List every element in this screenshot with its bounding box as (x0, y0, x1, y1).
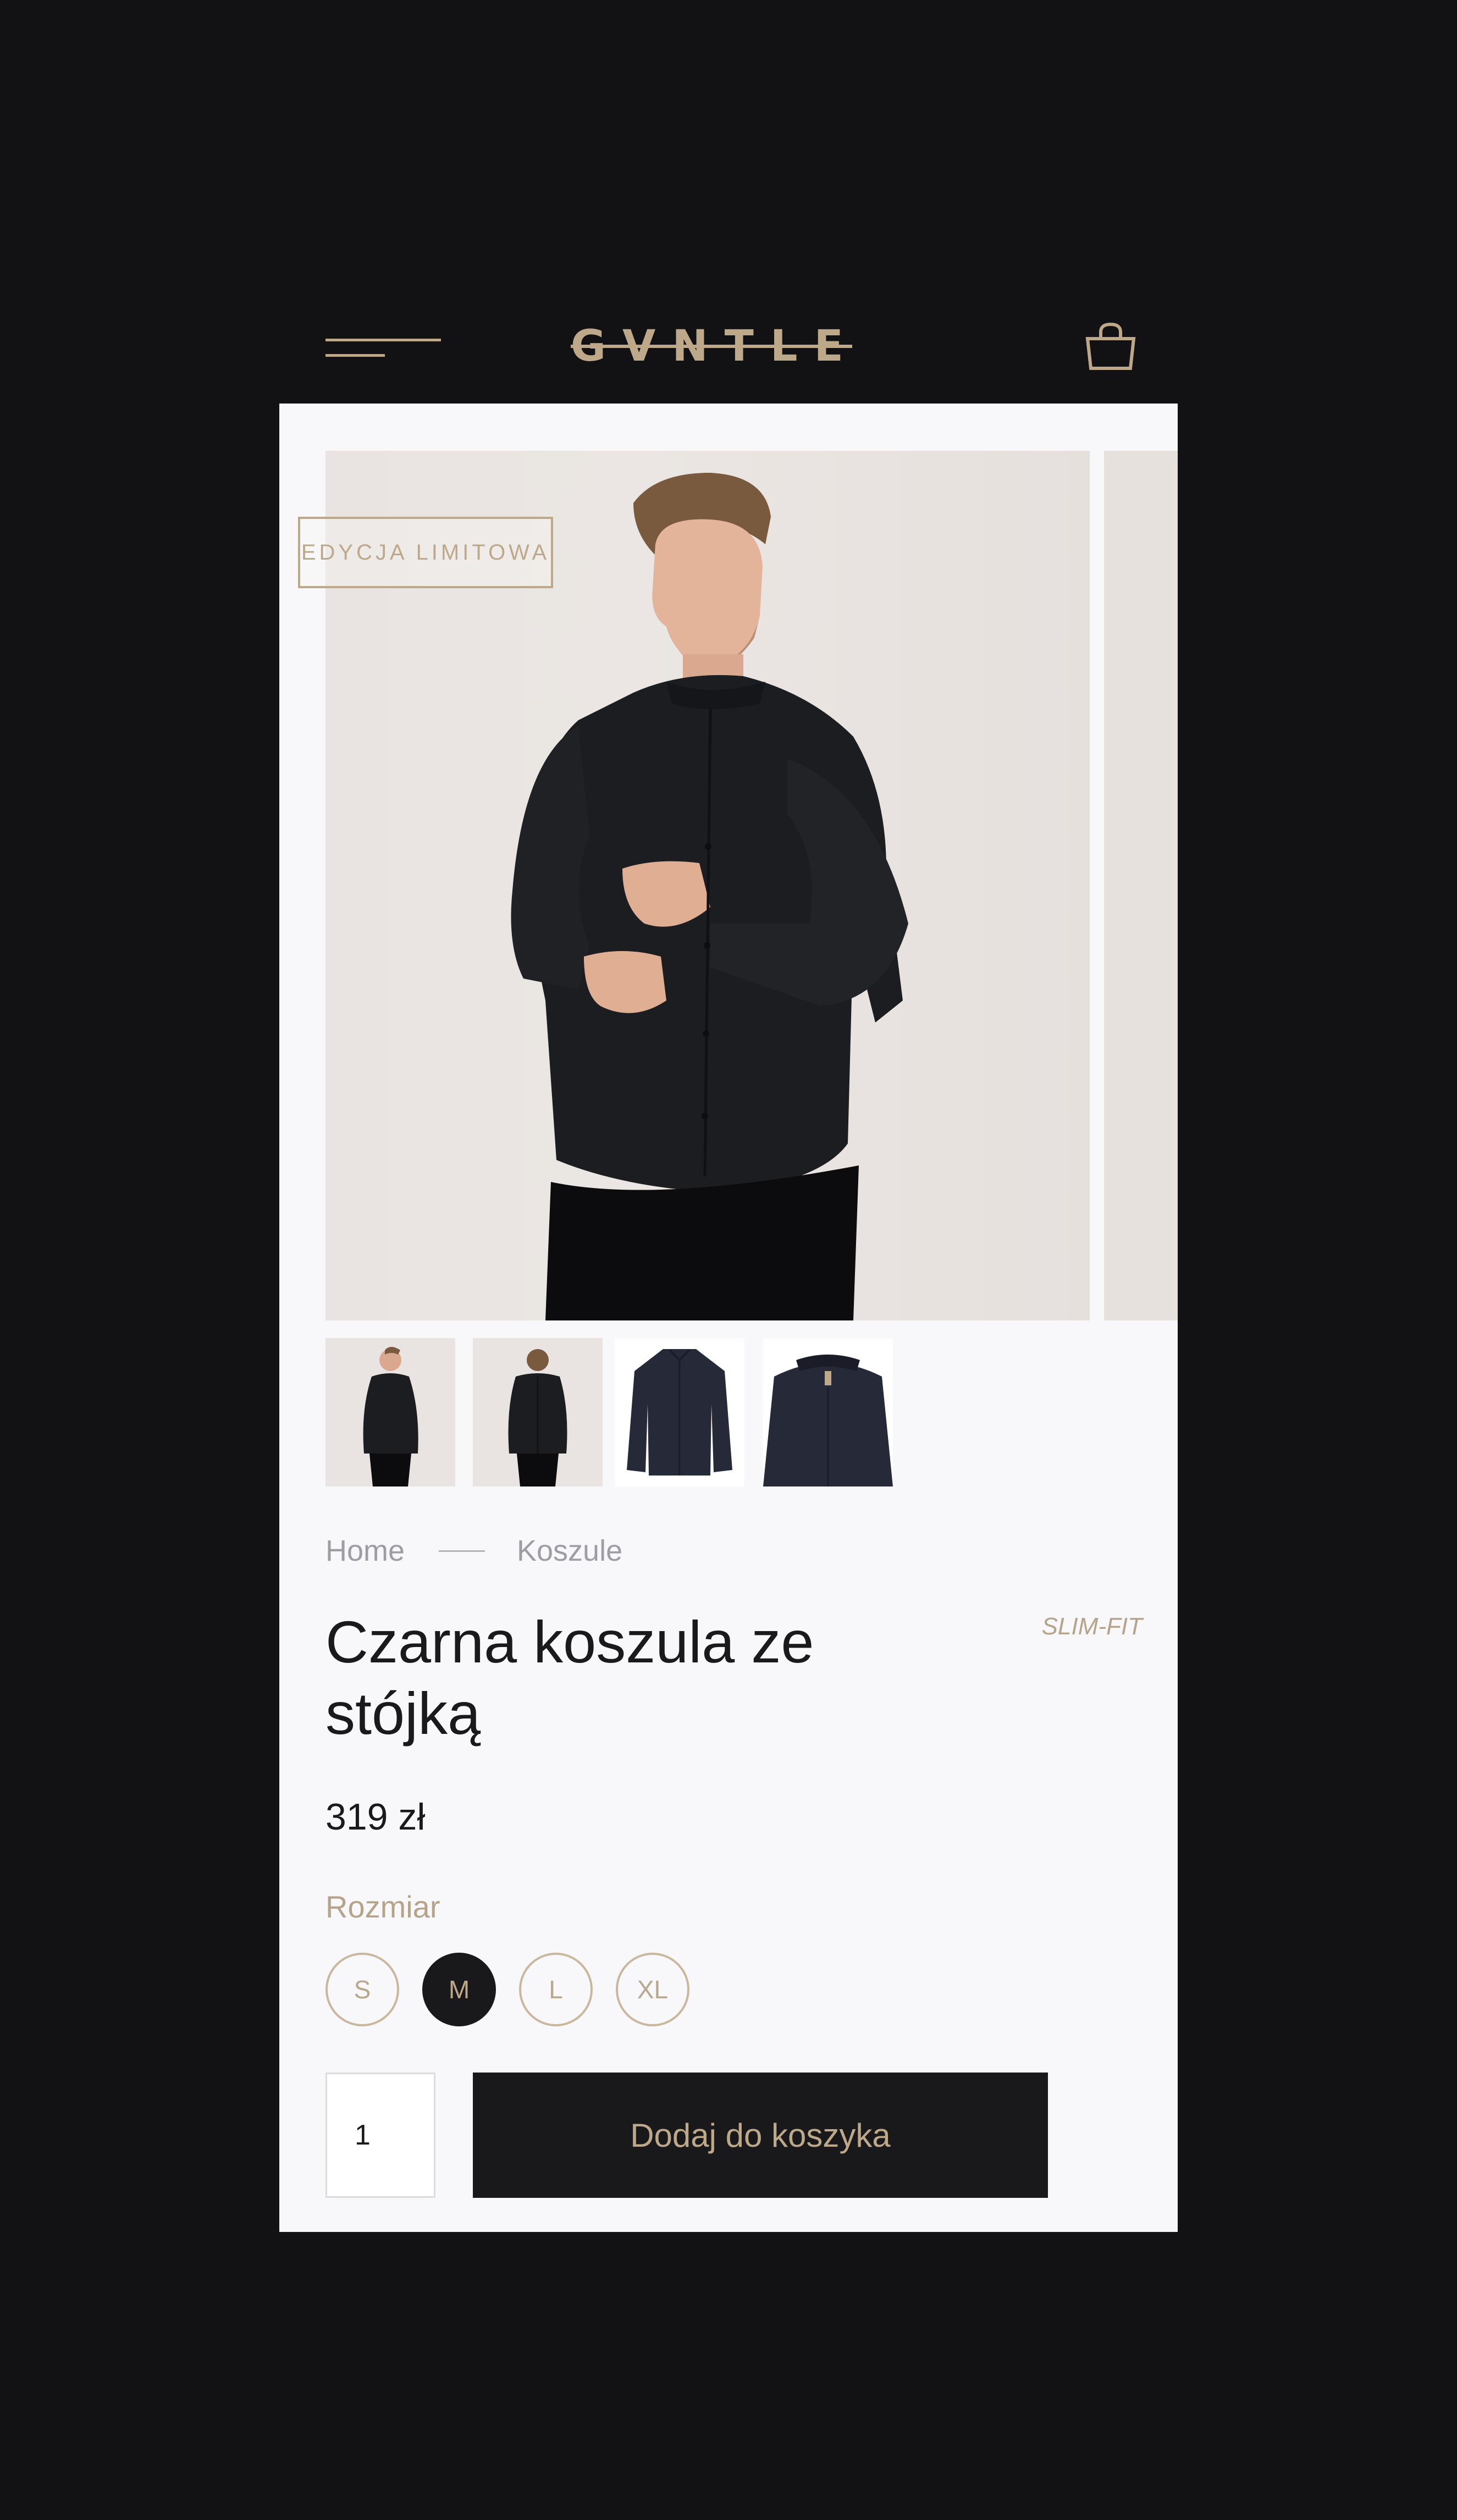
shopping-bag-icon[interactable] (1083, 322, 1138, 372)
size-option-m-selected[interactable]: M (422, 1953, 496, 2026)
size-option-s[interactable]: S (325, 1953, 399, 2026)
limited-edition-badge: EDYCJA LIMITOWA (298, 517, 553, 588)
thumbnail-man-front[interactable] (325, 1338, 455, 1486)
add-to-cart-button[interactable]: Dodaj do koszyka (473, 2073, 1048, 2198)
fit-tag: SLIM-FIT (1041, 1613, 1143, 1640)
next-image-preview[interactable] (1104, 451, 1178, 1320)
brand-logo[interactable]: GVNTLE (571, 319, 852, 374)
thumbnail-shirt-collar[interactable] (763, 1338, 893, 1486)
product-price: 319 zł (325, 1796, 426, 1838)
site-header: GVNTLE (279, 289, 1178, 404)
size-label: Rozmiar (325, 1889, 440, 1924)
quantity-input[interactable] (325, 2073, 435, 2198)
breadcrumb-home-link[interactable]: Home (325, 1532, 405, 1570)
size-option-l[interactable]: L (519, 1953, 593, 2026)
size-option-xl[interactable]: XL (616, 1953, 689, 2026)
breadcrumb-separator (439, 1550, 485, 1552)
badge-label: EDYCJA LIMITOWA (301, 540, 550, 565)
product-page: GVNTLE EDYCJA LIMITOWA Home Koszule Czar… (279, 289, 1178, 2232)
hamburger-menu-icon[interactable] (325, 339, 441, 361)
breadcrumb-category-link[interactable]: Koszule (517, 1532, 622, 1570)
thumbnail-man-back[interactable] (473, 1338, 603, 1486)
product-title: Czarna koszula ze stójką (325, 1609, 814, 1747)
thumbnail-shirt-flat[interactable] (615, 1338, 744, 1486)
